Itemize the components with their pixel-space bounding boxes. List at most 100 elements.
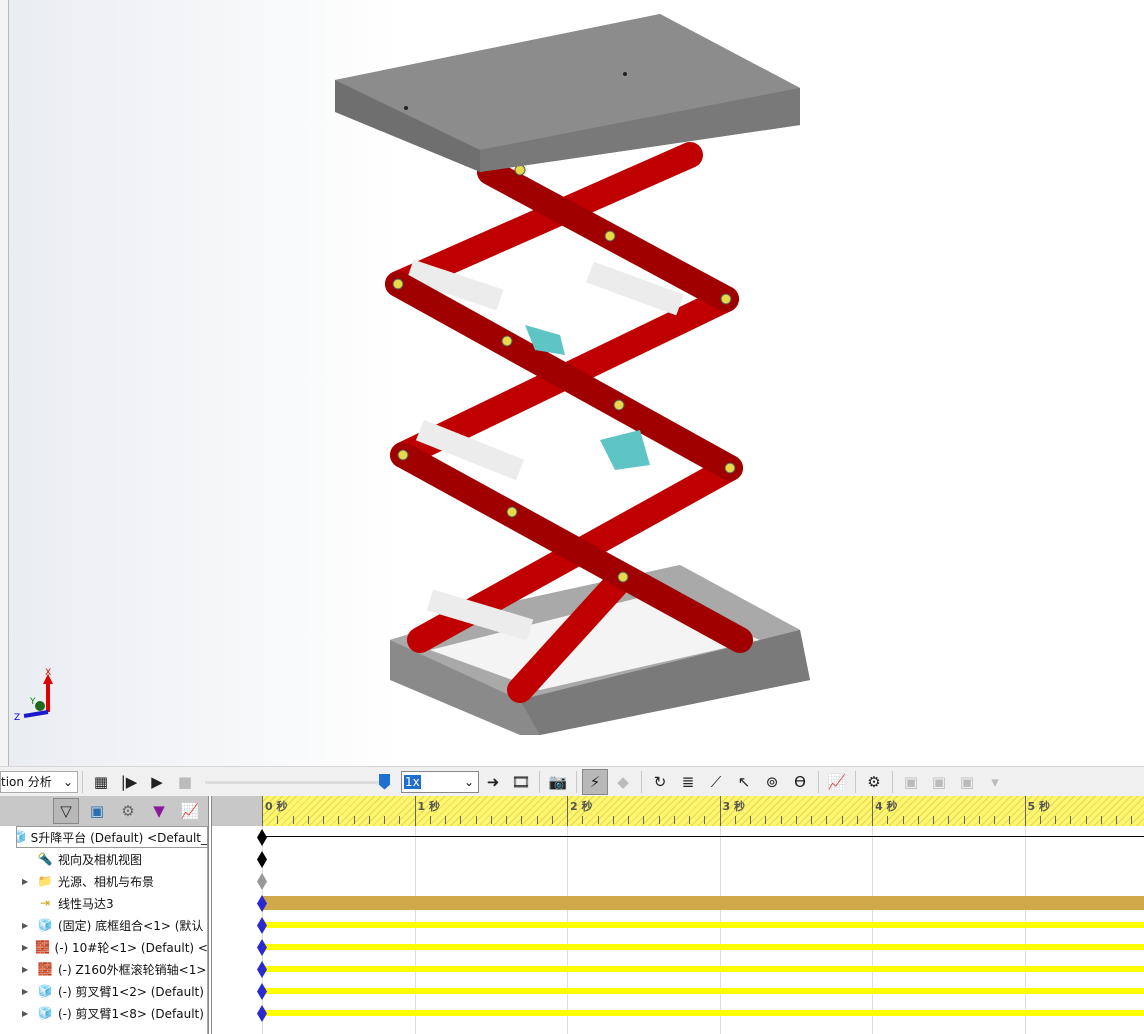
expand-toggle-icon[interactable]: ▶ — [22, 965, 36, 974]
motor-icon[interactable]: ↻ — [647, 769, 673, 795]
keyframe-icon[interactable] — [257, 851, 267, 868]
play-from-start-icon[interactable]: |▶ — [116, 769, 142, 795]
spring-icon[interactable]: ≣ — [675, 769, 701, 795]
tree-item-label: (-) 剪叉臂1<2> (Default) — [58, 984, 204, 999]
keyframe-icon[interactable] — [257, 873, 267, 890]
chevron-down-icon: ⌄ — [62, 774, 73, 789]
ruler-minor-tick — [734, 816, 736, 824]
ruler-minor-tick — [1055, 816, 1056, 824]
keyframe-icon[interactable] — [257, 939, 267, 956]
save-animation-icon[interactable]: 🎞 — [508, 769, 534, 795]
ruler-minor-tick — [368, 816, 370, 824]
damper-icon[interactable]: ⟋ — [703, 769, 729, 795]
separator — [576, 770, 577, 793]
timeline[interactable]: 0 秒 1 秒 2 秒 3 秒 4 秒 5 秒 — [212, 796, 1144, 1034]
expand-toggle-icon[interactable]: ▶ — [22, 943, 34, 952]
more-dropdown-icon[interactable]: ▾ — [982, 769, 1008, 795]
component-timeline-bar[interactable] — [262, 1010, 1144, 1016]
ruler-minor-tick — [780, 816, 782, 824]
keyframe-icon[interactable] — [257, 1005, 267, 1022]
playback-speed-select[interactable]: 1x ⌄ — [401, 770, 479, 793]
lights-folder-icon: 📁 — [37, 874, 53, 888]
grid-line — [719, 826, 721, 1034]
root-timeline-line — [262, 836, 1144, 837]
add-key-icon[interactable]: ◆ — [610, 769, 636, 795]
expand-toggle-icon[interactable]: ▶ — [22, 987, 36, 996]
ruler-minor-tick — [536, 816, 538, 824]
filter-animation-icon[interactable]: ▽ — [53, 798, 79, 824]
ruler-minor-tick — [841, 816, 843, 824]
expand-toggle-icon[interactable]: ▶ — [22, 877, 36, 886]
keyframe-icon[interactable] — [257, 961, 267, 978]
tree-item[interactable]: ▶ 🧊 (-) 剪叉臂1<2> (Default) — [0, 980, 208, 1002]
ruler-major-tick — [262, 796, 263, 826]
play-icon[interactable]: ▶ — [144, 769, 170, 795]
results-plots-icon[interactable]: 📈 — [824, 769, 850, 795]
tree-item-label: (固定) 底框组合<1> (默认 — [58, 918, 204, 933]
collapse-icon-3[interactable]: ▣ — [954, 769, 980, 795]
ruler-minor-tick — [856, 816, 858, 824]
ruler-minor-tick — [673, 816, 675, 824]
camera-view-icon: 🔦 — [37, 852, 53, 866]
assembly-icon: 🧊 — [37, 1006, 53, 1020]
stop-icon[interactable]: ■ — [172, 769, 198, 795]
ruler-minor-tick — [689, 816, 690, 824]
part-icon: 🧱 — [35, 940, 50, 954]
slider-thumb[interactable] — [379, 773, 390, 790]
keyframe-icon[interactable] — [257, 983, 267, 1000]
keyframe-icon[interactable] — [257, 917, 267, 934]
tree-item[interactable]: 🔦 视向及相机视图 — [0, 848, 208, 870]
collapse-icon[interactable]: ▣ — [898, 769, 924, 795]
time-ruler[interactable]: 0 秒 1 秒 2 秒 3 秒 4 秒 5 秒 — [212, 796, 1144, 826]
motor-timeline-bar[interactable] — [262, 896, 1144, 910]
ruler-major-tick — [567, 796, 568, 826]
ruler-minor-tick — [429, 816, 431, 824]
tree-item[interactable]: ▶ 🧊 (固定) 底框组合<1> (默认 — [0, 914, 208, 936]
study-type-select[interactable]: tion 分析 ⌄ — [0, 770, 78, 793]
linear-motor-icon: ⇥ — [39, 896, 51, 910]
ruler-minor-tick — [582, 816, 584, 824]
tree-item-label: (-) 10#轮<1> (Default) < — [54, 940, 208, 955]
part-icon: 🧱 — [37, 962, 53, 976]
triad-z-label: Z — [14, 713, 20, 723]
contact-icon[interactable]: ⊚ — [759, 769, 785, 795]
tree-item[interactable]: ▶ 🧊 (-) 剪叉臂1<8> (Default) — [0, 1002, 208, 1024]
ruler-minor-tick — [277, 816, 279, 824]
tree-item[interactable]: ▶ 🧱 (-) 10#轮<1> (Default) < — [0, 936, 208, 958]
graphics-viewport[interactable]: X Y Z — [0, 0, 1144, 766]
ruler-minor-tick — [399, 816, 401, 824]
calculate-icon[interactable]: ▦ — [88, 769, 114, 795]
component-timeline-bar[interactable] — [262, 966, 1144, 972]
scissor-lift-model[interactable] — [0, 0, 1144, 766]
grid-line — [567, 826, 568, 1034]
playback-mode-icon[interactable]: ➜ — [480, 769, 506, 795]
ruler-minor-tick — [1070, 816, 1072, 824]
force-icon[interactable]: ↖ — [731, 769, 757, 795]
component-timeline-bar[interactable] — [262, 988, 1144, 994]
expand-toggle-icon[interactable]: ▶ — [22, 921, 36, 930]
component-timeline-bar[interactable] — [262, 922, 1144, 928]
tree-item[interactable]: ⇥ 线性马达3 — [0, 892, 208, 914]
keyframe-icon[interactable] — [257, 829, 267, 846]
filter-results-icon[interactable]: ▼ — [146, 798, 172, 824]
tree-item[interactable]: ▶ 📁 光源、相机与布景 — [0, 870, 208, 892]
filter-selected-icon[interactable]: ⚙ — [115, 798, 141, 824]
animation-wizard-icon[interactable]: 📷 — [545, 769, 571, 795]
ruler-major-tick — [1024, 796, 1026, 826]
filter-plots-icon[interactable]: 📈 — [177, 798, 203, 824]
ruler-minor-tick — [1100, 816, 1102, 824]
expand-toggle-icon[interactable]: ▶ — [22, 1009, 36, 1018]
ruler-minor-tick — [963, 816, 965, 824]
ruler-minor-tick — [765, 816, 767, 824]
component-timeline-bar[interactable] — [262, 944, 1144, 950]
autokey-icon[interactable]: ⚡ — [582, 768, 608, 795]
assembly-icon: 🧊 — [37, 984, 53, 998]
collapse-icon-2[interactable]: ▣ — [926, 769, 952, 795]
playback-slider[interactable] — [205, 772, 395, 792]
tree-item[interactable]: ▼🧊S升降平台 (Default) <Default_ — [16, 826, 208, 848]
tree-item[interactable]: ▶ 🧱 (-) Z160外框滚轮销轴<1> — [0, 958, 208, 980]
motion-study-properties-icon[interactable]: ⚙ — [861, 769, 887, 795]
gravity-icon[interactable]: Ө — [787, 769, 813, 795]
filter-driving-icon[interactable]: ▣ — [84, 798, 110, 824]
ruler-minor-tick — [307, 816, 309, 824]
